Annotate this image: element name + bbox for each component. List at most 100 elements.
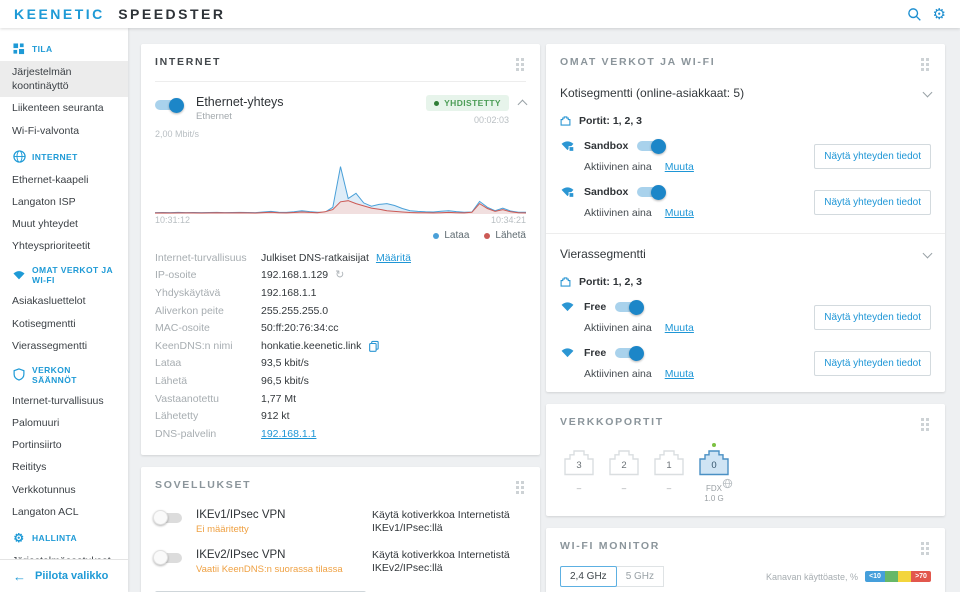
port-icon [560,115,571,127]
app-logo: KEENETIC SPEEDSTER [14,6,226,22]
sidebar-item-wi-fi-valvonta[interactable]: Wi-Fi-valvonta [0,120,128,142]
detail-value: 50:ff:20:76:34:cc [261,322,339,335]
chevron-up-icon[interactable] [517,99,528,110]
network-sandbox: Sandbox Aktiivinen aina Muuta Näytä yhteyde… [560,138,931,173]
network-segments: Kotisegmentti (online-asiakkaat: 5) Porti… [546,86,945,380]
detail-row-ip-osoite: IP-osoite 192.168.1.129 ↻ [155,267,526,285]
copy-icon[interactable] [368,340,380,352]
back-arrow-icon: ← [13,568,26,584]
drag-handle-icon[interactable] [919,416,931,433]
sidebar-item-verkkotunnus[interactable]: Verkkotunnus [0,479,128,501]
svg-text:3: 3 [576,460,581,471]
sidebar-item-palomuuri[interactable]: Palomuuri [0,412,128,434]
sidebar-section-label: TILA [32,44,53,54]
show-connection-details-button[interactable]: Näytä yhteyden tiedot [814,144,931,169]
network-ssid: Sandbox [584,186,629,198]
band-tab-5-ghz[interactable]: 5 GHz [615,566,665,587]
connection-uptime: 00:02:03 [473,115,509,125]
traffic-chart-legend: Lataa Lähetä [155,230,526,241]
sidebar-item-langaton-acl[interactable]: Langaton ACL [0,501,128,523]
port-status: – [666,484,672,493]
logo-brand: KEENETIC [14,6,105,22]
show-connection-details-button[interactable]: Näytä yhteyden tiedot [814,351,931,376]
sidebar-section-tila: TILA [0,34,128,61]
sidebar-item-vierassegmentti[interactable]: Vierassegmentti [0,335,128,357]
network-toggle[interactable] [637,184,667,200]
detail-label: Lataa [155,357,182,370]
refresh-icon[interactable]: ↻ [335,269,344,281]
detail-label: Lähetä [155,374,188,387]
wifi-icon [560,347,575,359]
wifi-monitor-card-title: WI-FI MONITOR [560,540,661,552]
network-sandbox: Sandbox Aktiivinen aina Muuta Näytä yhteyde… [560,184,931,219]
drag-handle-icon[interactable] [919,56,931,73]
band-tab-2-4-ghz[interactable]: 2,4 GHz [560,566,617,587]
sidebar-item-j-rjestelm-n-koontin-ytt[interactable]: Järjestelmän koontinäyttö [0,61,128,98]
applications-list: IKEv1/IPsec VPN Ei määritetty Käytä kotive… [153,508,526,577]
ethernet-connection-toggle[interactable] [155,97,184,113]
sidebar-item-reititys[interactable]: Reititys [0,456,128,478]
sidebar-item-internet-turvallisuus[interactable]: Internet-turvallisuus [0,390,128,412]
drag-handle-icon[interactable] [514,56,526,73]
app-description: Käytä kotiverkkoa Internetistä IKEv1/IPs… [372,508,510,535]
sidebar-item-asiakasluettelot[interactable]: Asiakasluettelot [0,290,128,312]
sidebar-item-ethernet-kaapeli[interactable]: Ethernet-kaapeli [0,169,128,191]
port-icon [560,276,571,288]
band-tabs: 2,4 GHz 5 GHz [560,566,665,587]
detail-label: KeenDNS:n nimi [155,339,233,352]
app-toggle[interactable] [153,510,182,526]
sidebar-item-kotisegmentti[interactable]: Kotisegmentti [0,313,128,335]
traffic-chart [155,166,526,214]
segment-ports: Portit: 1, 2, 3 [560,115,931,127]
detail-label: IP-osoite [155,269,197,282]
network-schedule: Aktiivinen aina [584,207,652,219]
internet-card: INTERNET Ethernet-yhteys Ethernet YHDIST… [141,44,540,455]
chevron-down-icon[interactable] [922,248,933,258]
app-status: Vaatii KeenDNS:n suorassa tilassa [196,563,343,575]
detail-value: Julkiset DNS-ratkaisijat [261,251,369,264]
legend-item-l-het: Lähetä [484,230,526,241]
detail-value-link[interactable]: 192.168.1.1 [261,428,316,440]
show-connection-details-button[interactable]: Näytä yhteyden tiedot [814,190,931,215]
settings-gear-icon[interactable]: ⚙ [933,7,946,22]
show-connection-details-button[interactable]: Näytä yhteyden tiedot [814,305,931,330]
detail-row-yhdysk-yt-v: Yhdyskäytävä 192.168.1.1 [155,284,526,302]
app-toggle[interactable] [153,550,182,566]
detail-value: 1,77 Mt [261,392,297,405]
segment-header-vierassegmentti: Vierassegmentti [560,247,933,261]
m-rit-link[interactable]: Määritä [376,252,411,264]
connection-details-list: Internet-turvallisuus Julkiset DNS-ratkai… [155,249,526,443]
utilization-scale: <10 >70 [865,571,931,582]
detail-row-aliverkon-peite: Aliverkon peite 255.255.255.0 [155,302,526,320]
app-description: Käytä kotiverkkoa Internetistä IKEv2/IPs… [372,548,510,575]
network-ssid: Sandbox [584,140,629,152]
sidebar-item-liikenteen-seuranta[interactable]: Liikenteen seuranta [0,97,128,119]
change-schedule-link[interactable]: Muuta [665,161,694,173]
right-column: OMAT VERKOT JA WI-FI Kotisegmentti (onli… [546,44,945,592]
legend-item-lataa: Lataa [433,230,469,241]
network-toggle[interactable] [637,138,667,154]
network-toggle[interactable] [615,299,645,315]
sidebar-section-label: HALLINTA [32,532,78,543]
sidebar-item-langaton-isp[interactable]: Langaton ISP [0,191,128,213]
sidebar-item-portinsiirto[interactable]: Portinsiirto [0,434,128,456]
drag-handle-icon[interactable] [514,479,526,496]
logo-model: SPEEDSTER [118,6,226,22]
detail-value: 96,5 kbit/s [261,374,309,387]
search-icon[interactable] [907,7,922,22]
detail-row-l-het: Lähetä 96,5 kbit/s [155,372,526,390]
globe-icon [12,150,26,164]
segment-header-kotisegmentti-online-asiakkaat-5: Kotisegmentti (online-asiakkaat: 5) [560,86,933,100]
drag-handle-icon[interactable] [919,540,931,557]
change-schedule-link[interactable]: Muuta [665,207,694,219]
app-row-ikev2-ipsec-vpn: IKEv2/IPsec VPN Vaatii KeenDNS:n suorassa… [153,548,526,576]
sidebar-section-hallinta: ⚙ HALLINTA [0,523,128,550]
sidebar-item-yhteysprioriteetit[interactable]: Yhteysprioriteetit [0,235,128,257]
collapse-menu-button[interactable]: ← Piilota valikko [0,559,128,592]
change-schedule-link[interactable]: Muuta [665,368,694,380]
network-toggle[interactable] [615,345,645,361]
sidebar-item-muut-yhteydet[interactable]: Muut yhteydet [0,213,128,235]
applications-card: SOVELLUKSET IKEv1/IPsec VPN Ei määritetty… [141,466,540,592]
chevron-down-icon[interactable] [922,87,933,97]
change-schedule-link[interactable]: Muuta [665,322,694,334]
